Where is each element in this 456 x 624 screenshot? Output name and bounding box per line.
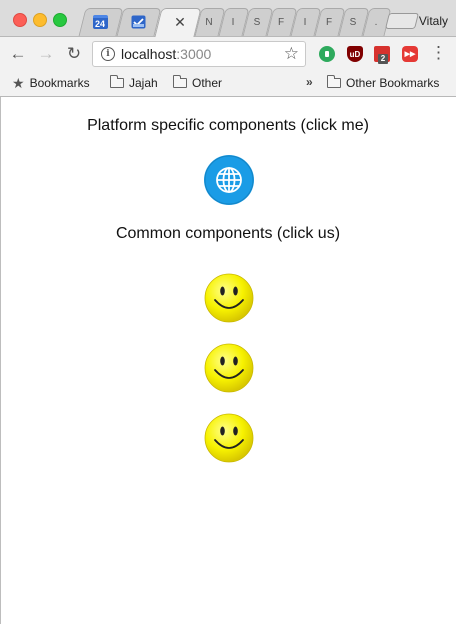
folder-icon: [110, 75, 124, 88]
forward-arrow-icon: →: [37, 44, 55, 63]
close-window-button[interactable]: [13, 13, 27, 27]
globe-icon: [204, 155, 254, 205]
tab-small-label: I: [303, 16, 307, 28]
url-text: localhost:3000: [121, 46, 211, 62]
tab-small-label: .: [374, 16, 378, 28]
bookmark-folder-other[interactable]: Other: [173, 75, 222, 91]
ublock-extension-icon[interactable]: uD: [347, 46, 363, 62]
bookmark-item-bookmarks[interactable]: ★ Bookmarks: [12, 75, 90, 91]
common-component-button[interactable]: [204, 413, 254, 463]
green-circle-extension-icon[interactable]: [319, 46, 335, 62]
bookmark-folder-jajah[interactable]: Jajah: [110, 75, 158, 91]
tab-small-label: F: [277, 16, 285, 28]
bookmark-label: Other Bookmarks: [346, 76, 440, 90]
common-component-button[interactable]: [204, 273, 254, 323]
bookmark-label: Bookmarks: [29, 76, 90, 90]
back-button[interactable]: ←: [8, 44, 28, 64]
profile-name: Vitaly: [418, 14, 448, 28]
minimize-window-button[interactable]: [33, 13, 47, 27]
tab-calendar-favicon: 24: [86, 10, 114, 34]
smiley-icon: [204, 413, 254, 463]
bookmark-label: Jajah: [129, 76, 158, 90]
smiley-icon: [204, 273, 254, 323]
tab-active-close[interactable]: ✕: [170, 10, 190, 34]
tab-strip: 24 ✕ N I S F I F S . Vitaly: [0, 0, 456, 37]
platform-component-button[interactable]: [204, 155, 254, 205]
extension-glyph-icon: [325, 51, 329, 57]
browser-menu-icon[interactable]: ⋮: [430, 44, 447, 62]
bookmark-star-icon[interactable]: ☆: [284, 44, 299, 64]
tab-small-label: I: [231, 16, 235, 28]
calendar-icon: 24: [92, 15, 108, 29]
new-tab-button[interactable]: [384, 13, 419, 29]
star-icon: ★: [12, 74, 25, 91]
bookmarks-overflow-button[interactable]: »: [306, 75, 313, 89]
browser-toolbar: ← → ↻ i localhost:3000 ☆ uD 2 ▶▶ ⋮: [0, 37, 456, 71]
tab-small-label: N: [205, 16, 213, 28]
tab-small-label: S: [349, 16, 357, 28]
mail-tray-icon: [131, 15, 145, 29]
bookmark-label: Other: [192, 76, 223, 90]
extension-badge: 2: [378, 54, 388, 64]
common-components-heading: Common components (click us): [115, 225, 341, 242]
url-host: localhost: [121, 46, 177, 62]
close-icon[interactable]: ✕: [174, 14, 186, 31]
bookmarks-bar: ★ Bookmarks Jajah Other » Other Bookmark…: [0, 71, 456, 97]
address-bar[interactable]: i localhost:3000 ☆: [92, 41, 306, 67]
profile-button[interactable]: Vitaly: [384, 10, 448, 32]
forward-button[interactable]: →: [36, 44, 56, 64]
url-port: :3000: [176, 46, 212, 62]
info-icon[interactable]: i: [101, 47, 115, 61]
bookmark-folder-other-bookmarks[interactable]: Other Bookmarks: [327, 75, 439, 91]
tab-mail-favicon: [124, 10, 152, 34]
tab-small-label: S: [253, 16, 261, 28]
reload-button[interactable]: ↻: [64, 44, 84, 64]
back-arrow-icon: ←: [9, 44, 27, 63]
calendar-extension-icon[interactable]: 2: [374, 46, 390, 64]
platform-components-heading: Platform specific components (click me): [87, 117, 369, 134]
folder-icon: [327, 75, 341, 88]
smiley-icon: [204, 343, 254, 393]
youtube-extension-icon[interactable]: ▶▶: [402, 46, 418, 62]
tab-small-label: F: [325, 16, 333, 28]
folder-icon: [173, 75, 187, 88]
common-component-button[interactable]: [204, 343, 254, 393]
page-content: Platform specific components (click me) …: [0, 97, 456, 624]
reload-icon: ↻: [66, 44, 82, 63]
zoom-window-button[interactable]: [53, 13, 67, 27]
